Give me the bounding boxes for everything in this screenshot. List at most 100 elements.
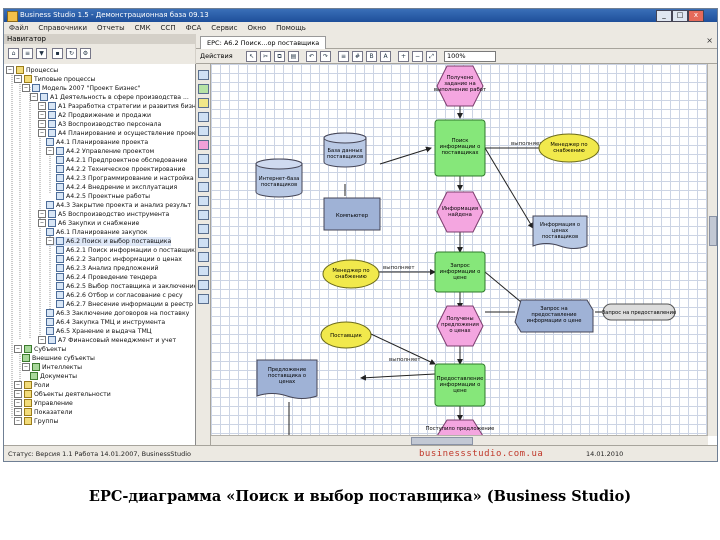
menu-file[interactable]: Файл <box>4 22 33 34</box>
tree-item[interactable]: − А1 Деятельность в сфере производства ..… <box>30 93 189 102</box>
tree-item[interactable]: − Субъекты <box>14 345 66 354</box>
palette-document-icon[interactable] <box>198 112 209 122</box>
tree-item[interactable]: − Группы <box>14 417 58 426</box>
palette-goal-icon[interactable] <box>198 224 209 234</box>
palette-risk-icon[interactable] <box>198 266 209 276</box>
tree-item[interactable]: А6.2.7 Внесение информации в реестр <box>56 300 193 309</box>
event-info-found[interactable]: Информация найдена <box>436 191 484 233</box>
tree-item[interactable]: А4.2.2 Техническое проектирование <box>56 165 185 174</box>
grid-icon[interactable]: # <box>352 51 363 62</box>
diagram-canvas[interactable]: выполняет выполняет выполняет Получено за… <box>211 64 708 436</box>
document-prices-suppliers[interactable]: Информация о ценах поставщиков <box>532 215 588 249</box>
tree-item[interactable]: А6.2.4 Проведение тендера <box>56 273 157 282</box>
tree-item[interactable]: Документы <box>30 372 77 381</box>
align-icon[interactable]: ≡ <box>338 51 349 62</box>
expand-toggle-icon[interactable]: − <box>38 210 46 218</box>
tree-item[interactable]: − Объекты деятельности <box>14 390 111 399</box>
data-store-internet[interactable]: Интернет-база поставщиков <box>255 158 303 198</box>
close-button[interactable]: x <box>688 10 704 22</box>
palette-or-icon[interactable] <box>198 168 209 178</box>
undo-icon[interactable]: ↶ <box>306 51 317 62</box>
fit-icon[interactable]: ⤢ <box>426 51 437 62</box>
expand-toggle-icon[interactable]: − <box>14 417 22 425</box>
data-store-suppliers[interactable]: База данных поставщиков <box>323 132 367 168</box>
pointer-icon[interactable]: ↖ <box>246 51 257 62</box>
palette-system-icon[interactable] <box>198 196 209 206</box>
settings-icon[interactable]: ⚙ <box>80 48 91 59</box>
expand-toggle-icon[interactable]: − <box>46 147 54 155</box>
palette-event-icon[interactable] <box>198 70 209 80</box>
palette-location-icon[interactable] <box>198 280 209 290</box>
tree-item[interactable]: А6.1 Планирование закупок <box>46 228 148 237</box>
tree-item[interactable]: А4.3 Закрытие проекта и анализ результ <box>46 201 191 210</box>
tree-item[interactable]: − Процессы <box>6 66 58 75</box>
filter-icon[interactable]: ▼ <box>36 48 47 59</box>
tab-epc-diagram[interactable]: EPC: А6.2 Поиск...ор поставщика <box>200 36 327 49</box>
color-icon[interactable]: A <box>380 51 391 62</box>
menu-bsc[interactable]: ССП <box>156 22 181 34</box>
tree-item[interactable]: − Типовые процессы <box>14 75 95 84</box>
expand-toggle-icon[interactable]: − <box>14 408 22 416</box>
event-offer-received[interactable]: Поступило предложение <box>426 419 495 436</box>
menu-abc[interactable]: ФСА <box>181 22 207 34</box>
horizontal-scroll-thumb[interactable] <box>411 437 473 445</box>
tree-item[interactable]: А6.3 Заключение договоров на поставку <box>46 309 189 318</box>
tree-item[interactable]: − А6 Закупки и снабжение <box>38 219 139 228</box>
tree-item[interactable]: А6.2.6 Отбор и согласование с ресу <box>56 291 183 300</box>
tree-item[interactable]: − А6.2 Поиск и выбор поставщика <box>46 237 172 246</box>
vertical-scrollbar[interactable] <box>707 64 717 436</box>
tree-item[interactable]: А6.2.3 Анализ предложений <box>56 264 159 273</box>
tree-item[interactable]: − А1 Разработка стратегии и развития бизн… <box>38 102 195 111</box>
document-supplier-offer[interactable]: Предложение поставщика о ценах <box>256 359 318 399</box>
bold-icon[interactable]: B <box>366 51 377 62</box>
palette-info-icon[interactable] <box>198 210 209 220</box>
expand-toggle-icon[interactable]: − <box>14 345 22 353</box>
tree-item[interactable]: − А5 Воспроизводство инструмента <box>38 210 169 219</box>
tree-item[interactable]: А4.2.4 Внедрение и эксплуатация <box>56 183 177 192</box>
menu-references[interactable]: Справочники <box>33 22 92 34</box>
tree-item[interactable]: − А4.2 Управление проектом <box>46 147 154 156</box>
palette-connector-icon[interactable] <box>198 140 209 150</box>
role-manager-2[interactable]: Менеджер по снабжению <box>322 259 380 289</box>
vertical-scroll-thumb[interactable] <box>709 216 717 246</box>
tree-item[interactable]: − А4 Планирование и осуществление проектн… <box>38 129 195 138</box>
function-provide-price[interactable]: Предоставление информации о цене <box>434 363 486 407</box>
menu-help[interactable]: Помощь <box>271 22 311 34</box>
function-request-price[interactable]: Запрос информации о цене <box>434 251 486 293</box>
copy-icon[interactable]: ⧉ <box>274 51 285 62</box>
tree-icon[interactable]: ≡ <box>22 48 33 59</box>
tree-item[interactable]: − А3 Воспроизводство персонала <box>38 120 161 129</box>
expand-toggle-icon[interactable]: − <box>46 237 54 245</box>
role-supplier[interactable]: Поставщик <box>320 321 372 349</box>
zoom-in-icon[interactable]: + <box>398 51 409 62</box>
expand-toggle-icon[interactable]: − <box>22 84 30 92</box>
document-request-price[interactable]: Запрос на предоставление информации о цене <box>514 299 594 333</box>
tree-item[interactable]: − Интеллекты <box>22 363 82 372</box>
expand-toggle-icon[interactable]: − <box>38 102 46 110</box>
tree-item[interactable]: А6.4 Закупка ТМЦ и инструмента <box>46 318 165 327</box>
function-search-info[interactable]: Поиск информации о поставщиках <box>434 119 486 177</box>
tree-item[interactable]: А6.5 Хранение и выдача ТМЦ <box>46 327 152 336</box>
palette-unit-icon[interactable] <box>198 294 209 304</box>
tree-item[interactable]: − Управление <box>14 399 73 408</box>
system-computer[interactable]: Компьютер <box>323 197 381 231</box>
tree-item[interactable]: А4.2.5 Проектные работы <box>56 192 150 201</box>
tree-item[interactable]: А4.1 Планирование проекта <box>46 138 148 147</box>
tree-item[interactable]: Внешние субъекты <box>22 354 95 363</box>
tree-item[interactable]: − Модель 2007 "Проект Бизнес" <box>22 84 140 93</box>
palette-xor-icon[interactable] <box>198 182 209 192</box>
home-icon[interactable]: ⌂ <box>8 48 19 59</box>
tree-item[interactable]: − А7 Финансовый менеджмент и учет <box>38 336 176 345</box>
expand-toggle-icon[interactable]: − <box>14 381 22 389</box>
expand-toggle-icon[interactable]: − <box>38 129 46 137</box>
tree-item[interactable]: − А2 Продвижение и продажи <box>38 111 151 120</box>
save-icon[interactable]: ▪ <box>52 48 63 59</box>
expand-toggle-icon[interactable]: − <box>38 120 46 128</box>
close-tab-icon[interactable]: × <box>706 36 713 45</box>
cut-icon[interactable]: ✂ <box>260 51 271 62</box>
palette-text-icon[interactable] <box>198 252 209 262</box>
tree-item[interactable]: − Роли <box>14 381 50 390</box>
tree-item[interactable]: А6.2.1 Поиск информации о поставщике <box>56 246 195 255</box>
palette-database-icon[interactable] <box>198 126 209 136</box>
event-received-task[interactable]: Получено задание на выполнение работ <box>434 65 486 107</box>
